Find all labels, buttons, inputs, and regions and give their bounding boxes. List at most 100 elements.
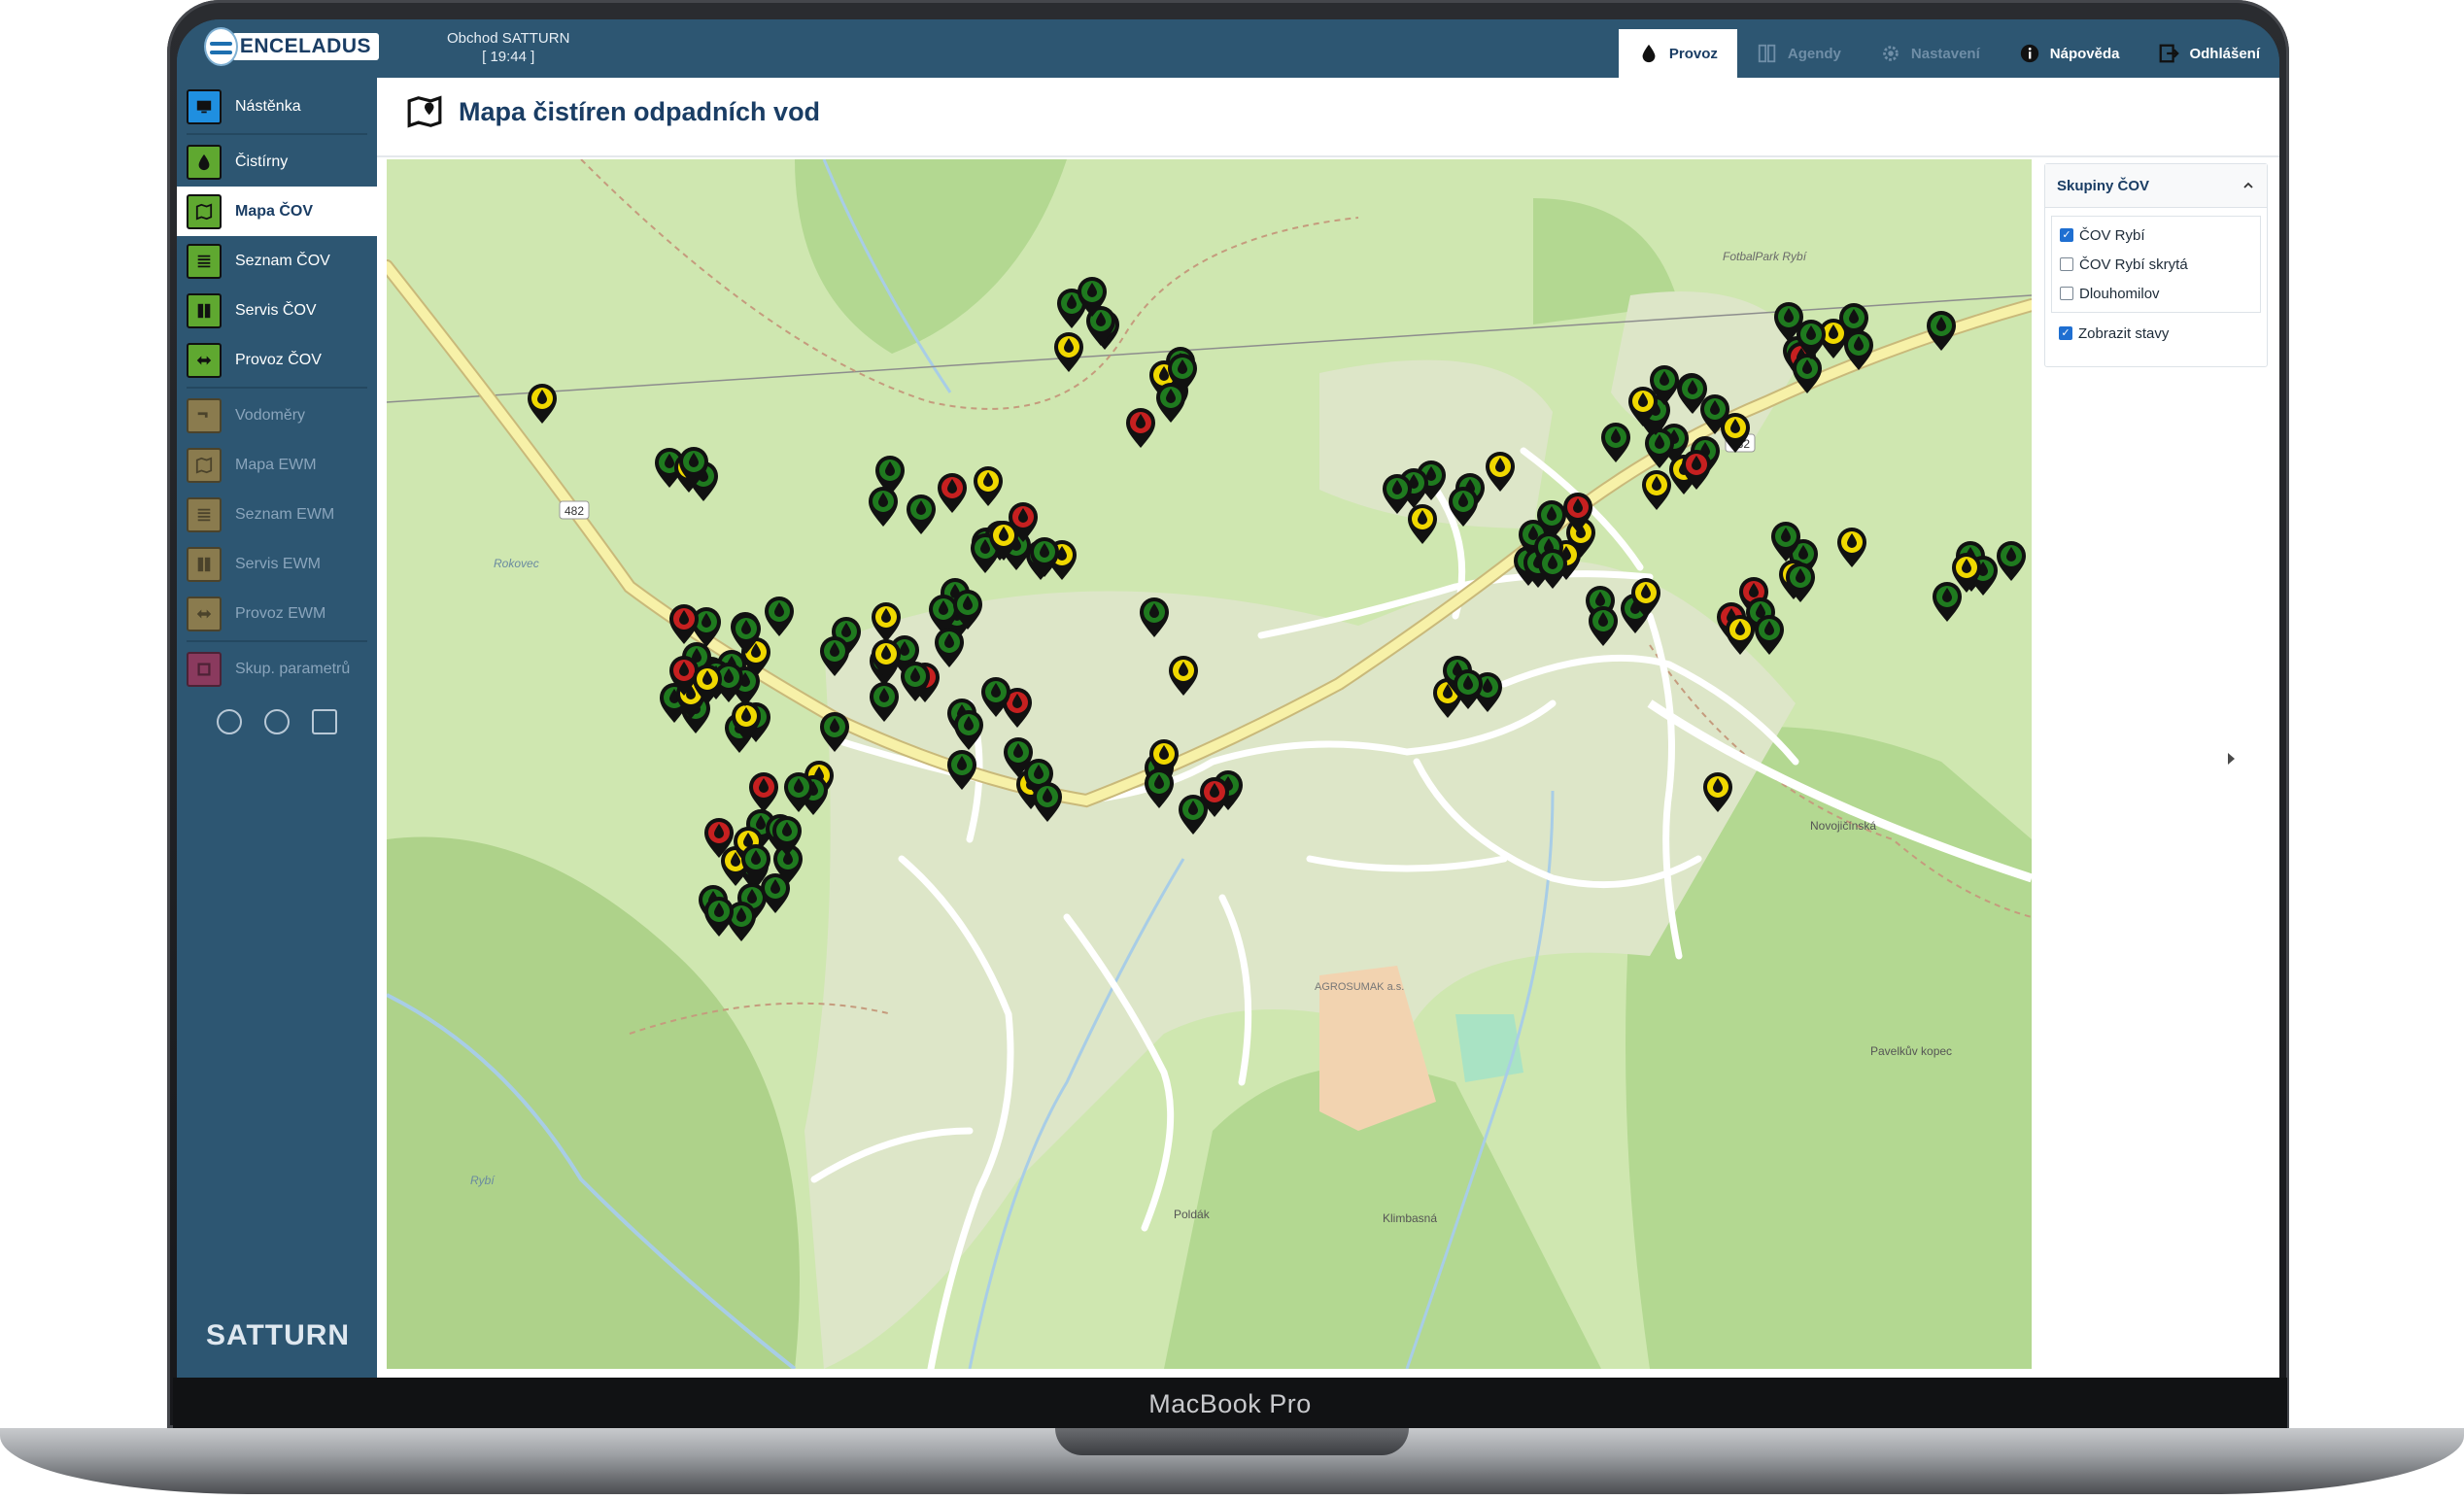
map-label-novojicinska: Novojičínská xyxy=(1810,819,1876,833)
info-icon xyxy=(2020,44,2038,63)
tab-agendy-label: Agendy xyxy=(1787,45,1841,62)
map-icon xyxy=(187,193,222,229)
group-checkbox[interactable] xyxy=(2060,287,2073,300)
sidebar-item-servis-ewm[interactable]: Servis EWM xyxy=(177,539,377,589)
sidebar-item-seznam-ewm[interactable]: Seznam EWM xyxy=(177,490,377,539)
sidebar-item-provoz-cov[interactable]: Provoz ČOV xyxy=(177,335,377,385)
sidebar-item-skup-parametru[interactable]: Skup. parametrů xyxy=(177,644,377,694)
panel-toggle-arrow-icon[interactable] xyxy=(2228,753,2235,765)
sidebar-item-label: Nástěnka xyxy=(235,97,301,115)
sidebar-item-nastenka[interactable]: Nástěnka xyxy=(177,82,377,131)
map-view[interactable]: 482 482 FotbalPark Rybí Rokovec Novojičí… xyxy=(387,159,2032,1369)
map-label-agrosumak: AGROSUMAK a.s. xyxy=(1315,981,1404,993)
binders-icon xyxy=(187,546,222,582)
map-label-pavelkuv-kopec: Pavelkův kopec xyxy=(1870,1044,1952,1058)
map-label-rokovec: Rokovec xyxy=(494,557,539,570)
map-label-klimbasna: Klimbasná xyxy=(1383,1211,1437,1225)
sidebar-divider xyxy=(187,133,367,135)
laptop-bottom-bezel: MacBook Pro xyxy=(173,1378,2287,1428)
tab-nastaveni[interactable]: Nastavení xyxy=(1861,29,2000,78)
groups-panel: Skupiny ČOV ✓ ČOV Rybí ČOV Rybí skrytá D… xyxy=(2044,163,2268,367)
map-label-rybi: Rybí xyxy=(470,1174,496,1187)
sidebar-item-mapa-cov[interactable]: Mapa ČOV xyxy=(177,187,377,236)
page-title: Mapa čistíren odpadních vod xyxy=(406,93,820,130)
chevron-up-icon[interactable] xyxy=(2242,179,2255,192)
show-states-checkbox[interactable]: ✓ xyxy=(2059,326,2072,340)
map-label-fotbalpark: FotbalPark Rybí xyxy=(1723,250,1808,263)
sidebar: Nástěnka Čistírny Mapa ČOV Seznam ČOV Se… xyxy=(177,78,377,1378)
list-icon xyxy=(187,496,222,532)
tab-napoveda-label: Nápověda xyxy=(2049,45,2120,62)
sidebar-divider xyxy=(187,640,367,642)
map-icon xyxy=(187,447,222,483)
group-cov-rybi-skryta[interactable]: ČOV Rybí skrytá xyxy=(2052,250,2260,279)
groups-panel-title: Skupiny ČOV xyxy=(2057,177,2150,194)
group-icon xyxy=(187,651,222,687)
monitor-icon xyxy=(187,88,222,124)
arrows-icon xyxy=(187,596,222,631)
laptop-screen: ENCELADUS Obchod SATTURN [ 19:44 ] Provo… xyxy=(177,19,2279,1378)
gear-icon xyxy=(1883,46,1899,61)
enceladus-logo[interactable]: ENCELADUS xyxy=(204,25,379,68)
page-title-text: Mapa čistíren odpadních vod xyxy=(459,96,821,126)
groups-list: ✓ ČOV Rybí ČOV Rybí skrytá Dlouhomilov xyxy=(2051,216,2261,313)
tab-provoz-label: Provoz xyxy=(1668,45,1718,62)
sidebar-item-seznam-cov[interactable]: Seznam ČOV xyxy=(177,236,377,286)
arrows-icon xyxy=(187,342,222,378)
tab-nastaveni-label: Nastavení xyxy=(1910,45,1980,62)
device-label: MacBook Pro xyxy=(1148,1389,1312,1418)
show-states-label: Zobrazit stavy xyxy=(2078,324,2170,342)
sidebar-item-label: Provoz EWM xyxy=(235,604,326,622)
title-divider xyxy=(377,155,2279,157)
list-icon xyxy=(187,243,222,279)
group-dlouhomilov[interactable]: Dlouhomilov xyxy=(2052,279,2260,308)
group-checkbox[interactable] xyxy=(2060,257,2073,271)
show-states-toggle[interactable]: ✓ Zobrazit stavy xyxy=(2045,319,2267,348)
groups-panel-header[interactable]: Skupiny ČOV xyxy=(2045,164,2267,208)
compass-icon[interactable] xyxy=(217,709,243,734)
group-cov-rybi[interactable]: ✓ ČOV Rybí xyxy=(2052,221,2260,250)
sidebar-item-label: Servis EWM xyxy=(235,555,321,572)
faucet-icon xyxy=(187,397,222,433)
satturn-brand: SATTURN xyxy=(206,1319,351,1351)
sidebar-item-label: Čistírny xyxy=(235,153,289,170)
main-content: Mapa čistíren odpadních vod 482 FotbalPa… xyxy=(377,78,2279,1378)
shop-name: Obchod SATTURN xyxy=(447,30,570,47)
map-label-poldak: Poldák xyxy=(1174,1208,1211,1221)
top-nav: Provoz Agendy Nastavení Nápověda Odhláše… xyxy=(1618,29,2279,78)
drop-icon xyxy=(1642,44,1656,63)
map-icon xyxy=(407,95,442,128)
road-number-shield: 482 xyxy=(559,500,590,520)
sidebar-item-label: Skup. parametrů xyxy=(235,660,351,677)
sidebar-item-vodomery[interactable]: Vodoměry xyxy=(177,391,377,440)
sidebar-item-label: Seznam ČOV xyxy=(235,252,330,269)
svg-text:482: 482 xyxy=(565,504,584,518)
binders-icon xyxy=(1758,44,1776,63)
sidebar-item-cistirny[interactable]: Čistírny xyxy=(177,137,377,187)
user-icon[interactable] xyxy=(263,709,290,734)
sidebar-item-label: Mapa ČOV xyxy=(235,202,314,220)
tab-napoveda[interactable]: Nápověda xyxy=(2000,29,2139,78)
binders-icon xyxy=(187,292,222,328)
group-label: Dlouhomilov xyxy=(2079,285,2160,302)
group-checkbox-checked[interactable]: ✓ xyxy=(2060,228,2073,242)
sidebar-divider xyxy=(187,387,367,389)
sidebar-item-mapa-ewm[interactable]: Mapa EWM xyxy=(177,440,377,490)
sidebar-item-servis-cov[interactable]: Servis ČOV xyxy=(177,286,377,335)
tab-odhlaseni[interactable]: Odhlášení xyxy=(2139,29,2279,78)
group-label: ČOV Rybí skrytá xyxy=(2079,256,2188,273)
shop-info: Obchod SATTURN [ 19:44 ] xyxy=(447,29,569,66)
sidebar-quick-actions xyxy=(177,694,377,734)
tab-agendy[interactable]: Agendy xyxy=(1737,29,1861,78)
sidebar-item-label: Servis ČOV xyxy=(235,301,317,319)
sidebar-item-label: Seznam EWM xyxy=(235,505,335,523)
logout-icon[interactable] xyxy=(311,709,337,734)
map-canvas[interactable]: 482 482 FotbalPark Rybí Rokovec Novojičí… xyxy=(387,159,2032,1369)
sidebar-item-label: Vodoměry xyxy=(235,406,306,424)
sidebar-item-label: Provoz ČOV xyxy=(235,351,322,368)
laptop-notch xyxy=(1055,1428,1409,1455)
sidebar-item-provoz-ewm[interactable]: Provoz EWM xyxy=(177,589,377,638)
group-label: ČOV Rybí xyxy=(2079,226,2145,244)
tab-provoz[interactable]: Provoz xyxy=(1618,29,1737,78)
logout-icon xyxy=(2160,44,2180,63)
